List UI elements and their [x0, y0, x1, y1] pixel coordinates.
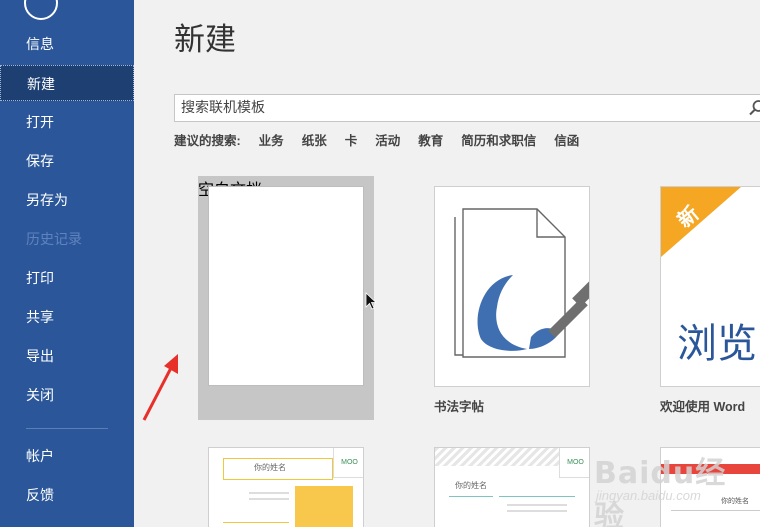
- sidebar-item-history: 历史记录: [26, 231, 82, 247]
- suggested-link-resume[interactable]: 简历和求职信: [461, 130, 536, 148]
- sidebar-item-account[interactable]: 帐户: [0, 438, 134, 474]
- template-blank-document[interactable]: 空白文档: [198, 176, 374, 420]
- welcome-word-thumbnail: 新 浏览: [660, 186, 760, 387]
- sidebar-item-print[interactable]: 打印: [0, 260, 134, 296]
- mouse-pointer-icon: [365, 292, 377, 310]
- sidebar-item-save-as[interactable]: 另存为: [0, 182, 134, 218]
- search-icon[interactable]: [748, 99, 760, 117]
- sidebar-item-share[interactable]: 共享: [0, 299, 134, 335]
- resume-2-thumbnail: MOO 你的姓名: [434, 447, 590, 527]
- back-arrow-icon[interactable]: [24, 0, 58, 20]
- template-search-input[interactable]: [175, 95, 735, 121]
- blank-document-thumbnail: [208, 186, 364, 386]
- suggested-searches-label: 建议的搜索:: [174, 134, 241, 148]
- suggested-searches: 建议的搜索: 业务 纸张 卡 活动 教育 简历和求职信 信函: [174, 130, 597, 148]
- backstage-sidebar: 信息 新建 打开 保存 另存为 历史记录 打印 共享 导出 关闭 帐户 反馈: [0, 0, 134, 527]
- suggested-link-letters[interactable]: 信函: [554, 130, 579, 148]
- page-title: 新建: [174, 22, 236, 58]
- sidebar-divider: [26, 428, 108, 429]
- suggested-link-event[interactable]: 活动: [375, 130, 400, 148]
- sidebar-item-new[interactable]: 新建: [0, 65, 134, 101]
- baidu-watermark: Baidu经验 jingyan.baidu.com: [586, 444, 756, 527]
- resume-1-thumbnail: 你的姓名 MOO: [208, 447, 364, 527]
- suggested-link-business[interactable]: 业务: [259, 130, 284, 148]
- template-name: 书法字帖: [434, 400, 485, 414]
- sidebar-item-open[interactable]: 打开: [0, 104, 134, 140]
- resume-heading: 你的姓名: [455, 481, 487, 490]
- sidebar-item-export[interactable]: 导出: [0, 338, 134, 374]
- calligraphy-brush-icon: [454, 208, 589, 358]
- suggested-link-paper[interactable]: 纸张: [302, 130, 327, 148]
- suggested-link-card[interactable]: 卡: [345, 130, 358, 148]
- moo-logo: MOO: [333, 448, 363, 478]
- annotation-arrow-icon: [142, 354, 178, 421]
- suggested-link-education[interactable]: 教育: [418, 130, 443, 148]
- sidebar-item-info[interactable]: 信息: [0, 26, 134, 62]
- sidebar-item-feedback[interactable]: 反馈: [0, 477, 134, 513]
- calligraphy-thumbnail: [434, 186, 590, 387]
- sidebar-item-close[interactable]: 关闭: [0, 377, 134, 413]
- sidebar-item-save[interactable]: 保存: [0, 143, 134, 179]
- welcome-preview-text: 浏览: [677, 321, 757, 367]
- template-name: 欢迎使用 Word: [660, 400, 746, 414]
- watermark-url: jingyan.baidu.com: [596, 488, 701, 503]
- template-search-box: [174, 94, 760, 122]
